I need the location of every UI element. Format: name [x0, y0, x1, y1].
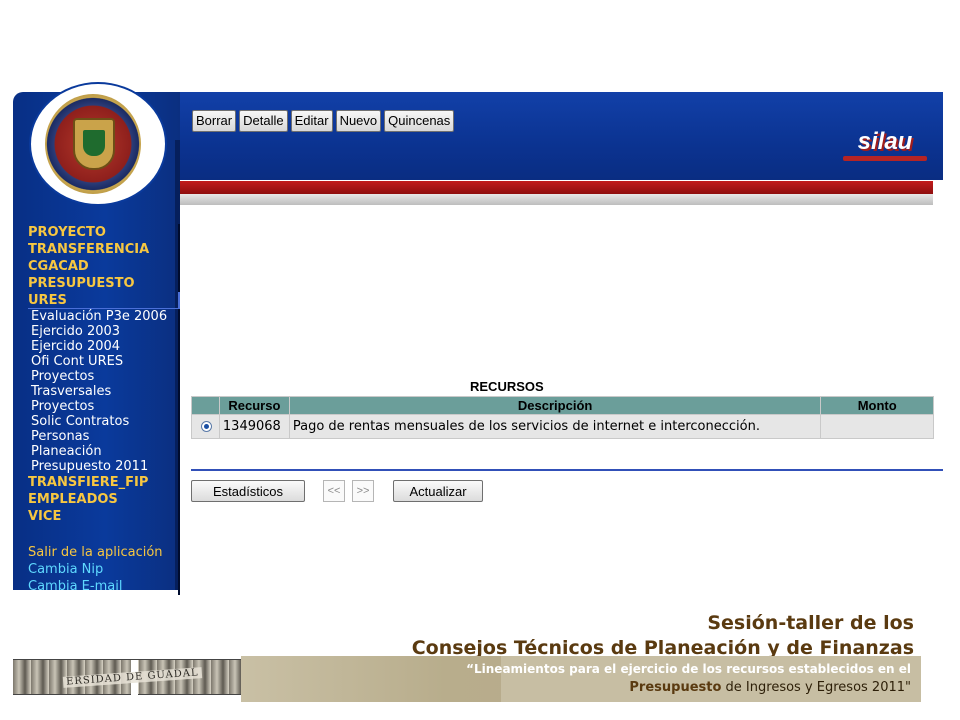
submenu-item-ofi-cont[interactable]: Ofi Cont URES	[31, 354, 180, 369]
sidebar-item-transferencia[interactable]: TRANSFERENCIA	[28, 241, 180, 258]
sidebar-item-ures[interactable]: URES	[28, 292, 180, 309]
header-grey-stripe	[180, 194, 933, 205]
sidebar-item-vice[interactable]: VICE	[28, 508, 180, 525]
cell-descripcion: Pago de rentas mensuales de los servicio…	[288, 414, 822, 439]
toolbar: Borrar Detalle Editar Nuevo Quincenas	[192, 110, 455, 132]
table-row[interactable]: 1349068 Pago de rentas mensuales de los …	[191, 414, 934, 439]
select-column-header	[191, 396, 220, 415]
campus-photo-strip: ERSIDAD DE GUADAL	[13, 659, 273, 696]
submenu-item-ejercido-2004[interactable]: Ejercido 2004	[31, 339, 180, 354]
submenu-item-personas[interactable]: Personas	[31, 429, 180, 444]
cell-recurso: 1349068	[218, 414, 290, 439]
submenu-item-proyectos[interactable]: Proyectos	[31, 369, 180, 384]
sidebar-item-empleados[interactable]: EMPLEADOS	[28, 491, 180, 508]
change-email-link[interactable]: Cambia E-mail	[28, 578, 180, 595]
update-button[interactable]: Actualizar	[393, 480, 483, 502]
sidebar-item-transfiere-fip[interactable]: TRANSFIERE_FIP	[28, 474, 180, 491]
app-header: Borrar Detalle Editar Nuevo Quincenas si…	[180, 92, 943, 180]
column-header-monto: Monto	[820, 396, 934, 415]
resources-table: Recurso Descripción Monto 1349068 Pago d…	[191, 396, 934, 439]
next-page-button[interactable]: >>	[352, 480, 374, 502]
statistics-button[interactable]: Estadísticos	[191, 480, 305, 502]
exit-link[interactable]: Salir de la aplicación	[28, 544, 180, 561]
sidebar-item-presupuesto[interactable]: PRESUPUESTO	[28, 275, 180, 292]
header-red-stripe	[180, 181, 933, 194]
cell-monto	[820, 414, 934, 439]
quote-line-2: Presupuesto de Ingresos y Egresos 2011"	[629, 680, 911, 695]
silau-logo: silau	[841, 128, 929, 161]
detail-button[interactable]: Detalle	[239, 110, 288, 132]
submenu-item-solic-contratos[interactable]: Solic Contratos	[31, 414, 180, 429]
row-radio-button[interactable]	[201, 421, 213, 432]
sidebar-item-proyecto[interactable]: PROYECTO	[28, 224, 180, 241]
ures-submenu: Evaluación P3e 2006 Ejercido 2003 Ejerci…	[28, 309, 180, 474]
submenu-item-trasversales[interactable]: Trasversales	[31, 384, 180, 399]
menu-spacer	[28, 525, 180, 544]
table-title: RECURSOS	[470, 379, 544, 394]
column-header-descripcion: Descripción	[288, 396, 822, 415]
change-nip-link[interactable]: Cambia Nip	[28, 561, 180, 578]
delete-button[interactable]: Borrar	[192, 110, 237, 132]
sidebar-menu: PROYECTO TRANSFERENCIA CGACAD PRESUPUEST…	[28, 224, 180, 595]
quote-bold-word: Presupuesto	[629, 680, 722, 695]
quote-line-2-text: de Ingresos y Egresos 2011"	[721, 680, 911, 695]
quote-banner: “Lineamientos para el ejercicio de los r…	[241, 656, 921, 702]
row-select-cell[interactable]	[191, 414, 220, 439]
submenu-item-evaluacion[interactable]: Evaluación P3e 2006	[31, 309, 180, 324]
new-button[interactable]: Nuevo	[335, 110, 382, 132]
sidebar-item-cgacad[interactable]: CGACAD	[28, 258, 180, 275]
shield-icon	[73, 118, 115, 170]
divider	[191, 469, 943, 471]
edit-button[interactable]: Editar	[290, 110, 333, 132]
fortnights-button[interactable]: Quincenas	[384, 110, 455, 132]
table-header-row: Recurso Descripción Monto	[191, 396, 934, 415]
submenu-item-presupuesto-2011[interactable]: Presupuesto 2011	[31, 459, 180, 474]
footer-title-line-1: Sesión-taller de los	[707, 612, 914, 634]
submenu-item-ejercido-2003[interactable]: Ejercido 2003	[31, 324, 180, 339]
quote-line-1: “Lineamientos para el ejercicio de los r…	[466, 662, 911, 676]
previous-page-button[interactable]: <<	[323, 480, 345, 502]
submenu-item-proyectos-2[interactable]: Proyectos	[31, 399, 180, 414]
submenu-item-planeacion[interactable]: Planeación	[31, 444, 180, 459]
column-header-recurso: Recurso	[218, 396, 290, 415]
